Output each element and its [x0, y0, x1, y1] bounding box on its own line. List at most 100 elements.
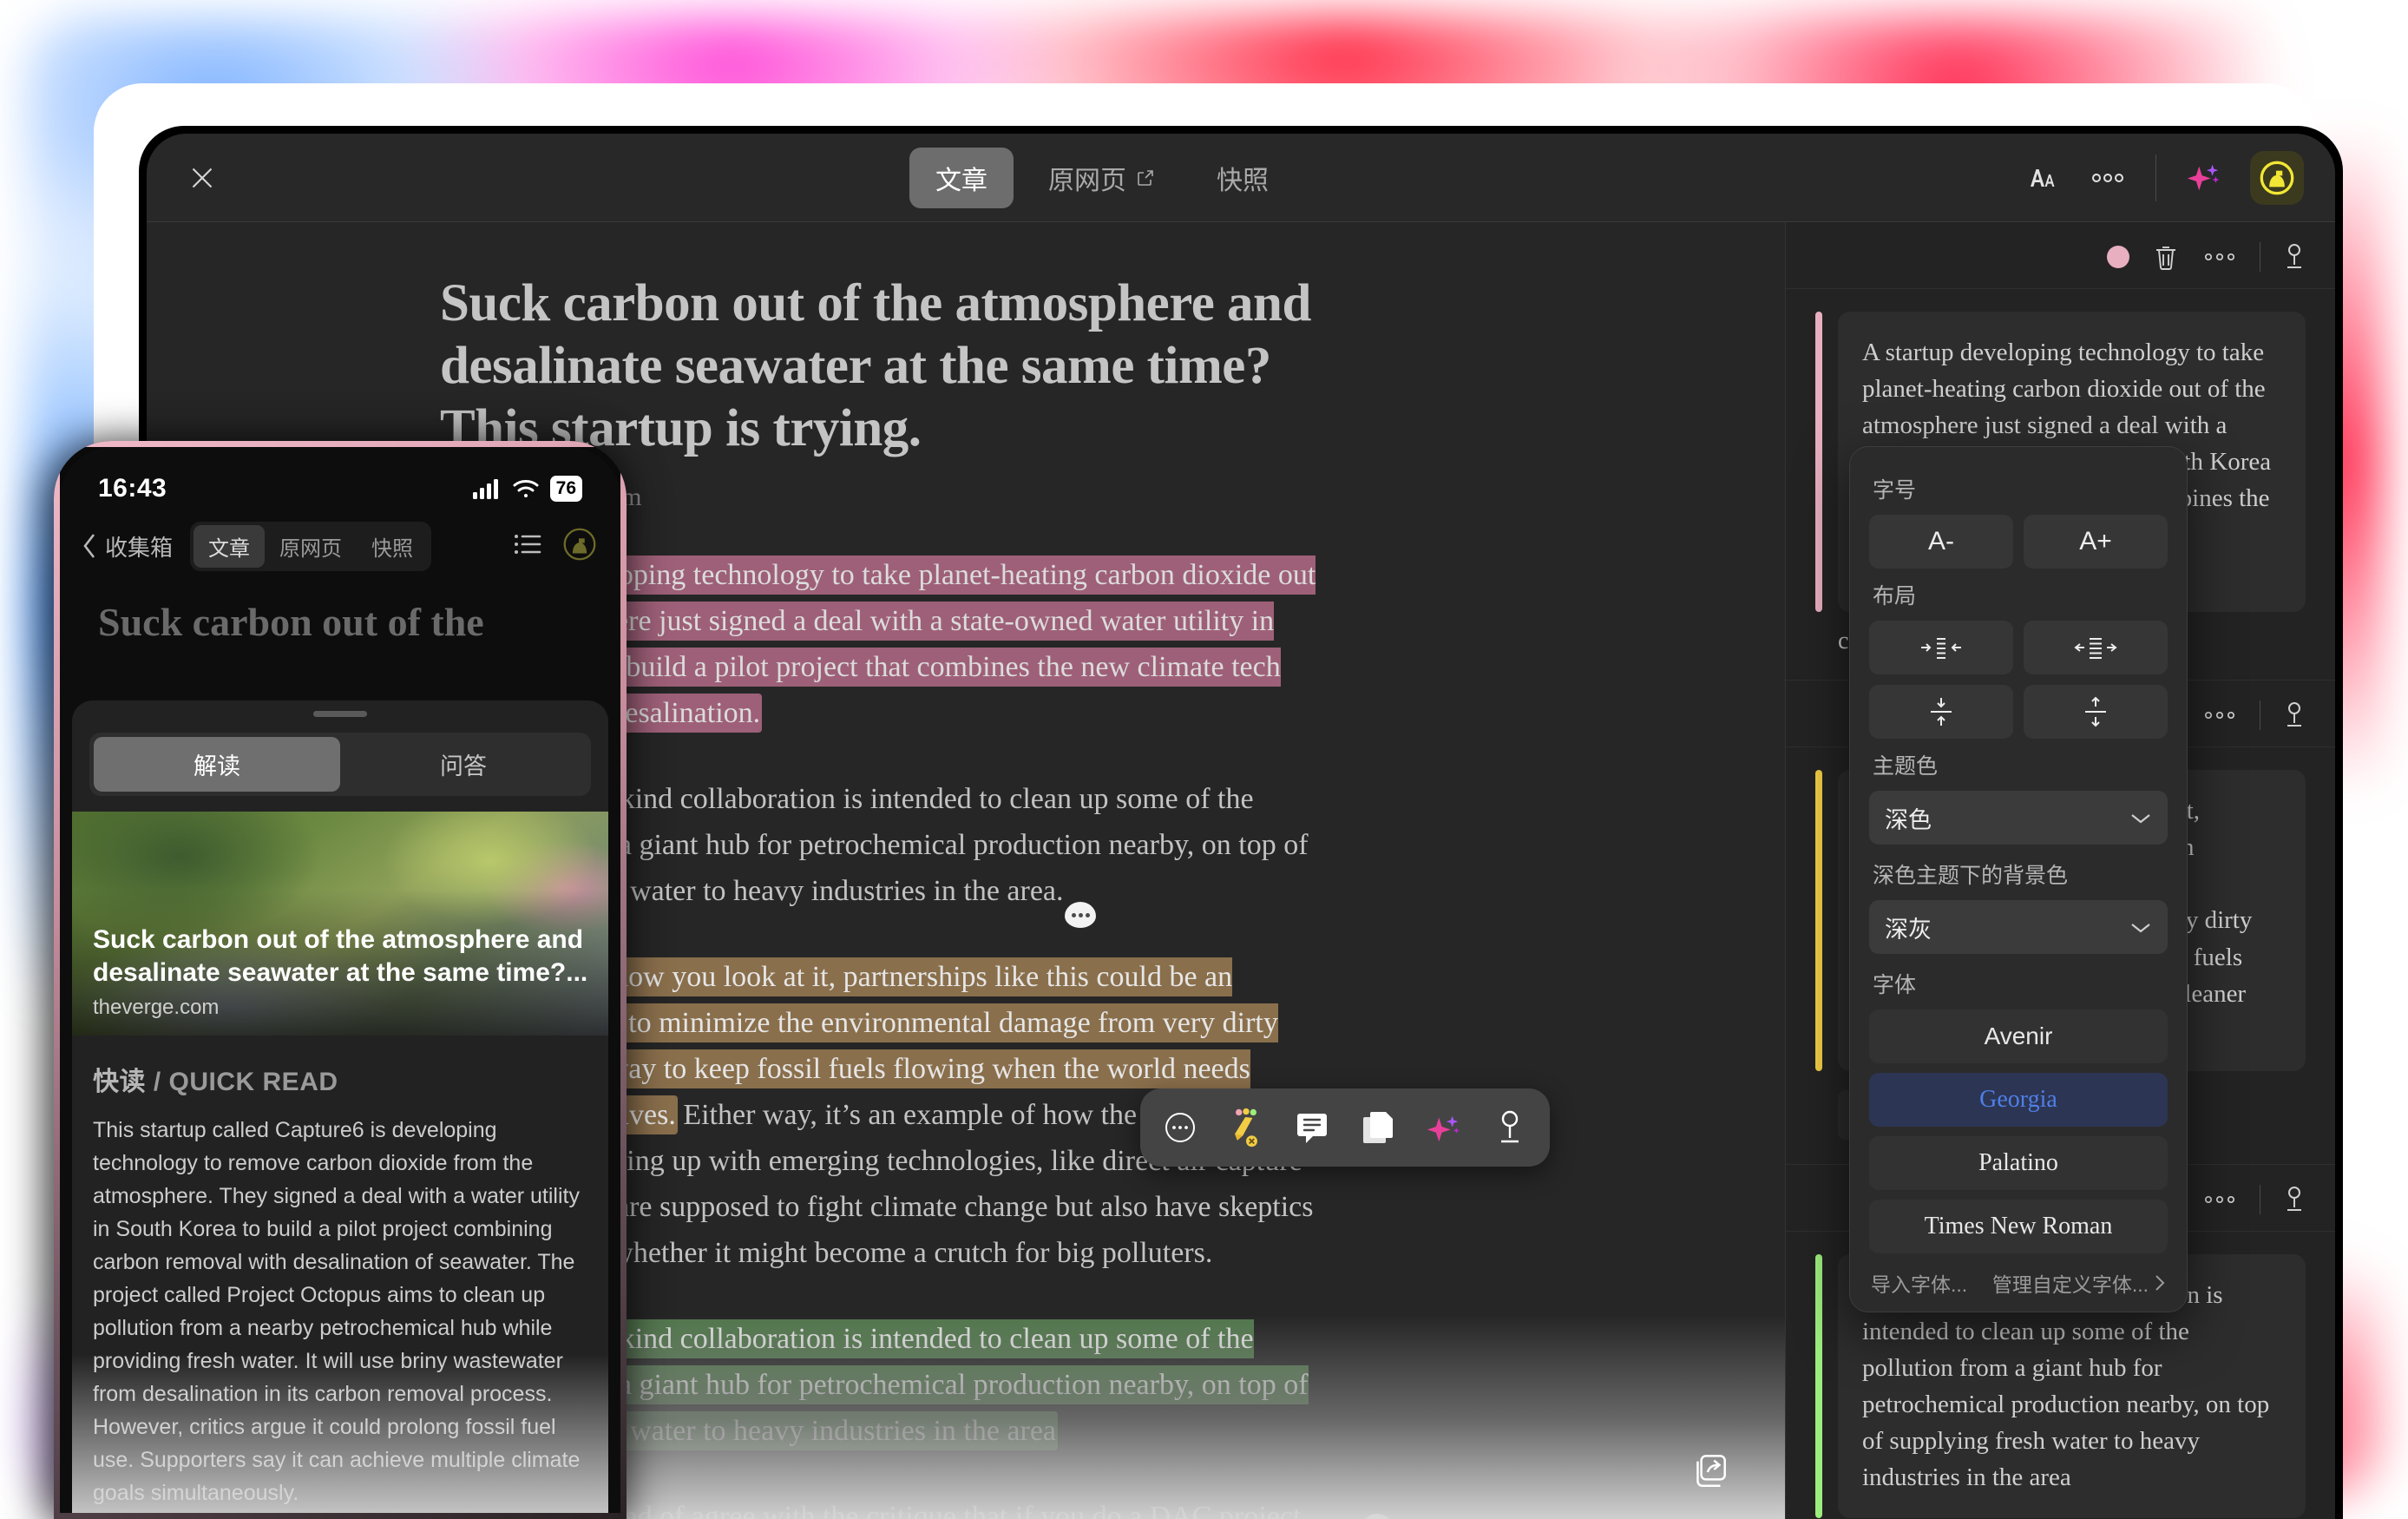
share-button[interactable]: [1684, 1445, 1735, 1496]
text-size-button[interactable]: [2006, 148, 2074, 208]
phone-device: 16:43 76 收集箱 文章 原网页 快照 Suck carbon out o…: [54, 441, 627, 1519]
phone-avatar[interactable]: [560, 524, 600, 569]
sheet-hero-image: Suck carbon out of the atmosphere and de…: [72, 812, 608, 1036]
phone-nav-actions: [513, 524, 600, 569]
note-bubble-pink[interactable]: [1065, 902, 1096, 928]
more-horizontal-icon: [2204, 253, 2235, 261]
close-button[interactable]: [178, 154, 226, 202]
chevron-right-icon: [2155, 1275, 2165, 1291]
more-horizontal-icon: [2092, 173, 2123, 182]
bubble-dot: [1071, 912, 1076, 917]
note-delete-button[interactable]: [2152, 242, 2180, 272]
pin-icon: [2287, 1186, 2301, 1211]
decrease-line-height-icon: [1931, 698, 1952, 726]
note-color-bar: [1815, 1253, 1822, 1518]
font-option-avenir[interactable]: Avenir: [1869, 1009, 2168, 1063]
phone-view-tabs: 文章 原网页 快照: [190, 521, 432, 571]
toolbar-divider: [2155, 154, 2156, 201]
avatar[interactable]: [2250, 150, 2304, 205]
note-color-swatch[interactable]: [2107, 246, 2129, 268]
decrease-font-button[interactable]: A-: [1869, 515, 2013, 569]
font-label: 字体: [1873, 973, 1917, 997]
sheet-hero-title: Suck carbon out of the atmosphere and de…: [93, 925, 588, 988]
note-bubble-green[interactable]: [1361, 1514, 1393, 1519]
battery-indicator: 76: [549, 476, 582, 502]
quick-read-cn: 快读: [93, 1068, 146, 1096]
note-more-button[interactable]: [2202, 1194, 2237, 1206]
font-option-palatino[interactable]: Palatino: [1869, 1136, 2168, 1190]
close-icon: [192, 168, 213, 187]
note-color-bar: [1815, 312, 1822, 613]
chevron-left-icon: [83, 534, 95, 558]
sheet-tabs: 解读 问答: [89, 733, 591, 796]
phone-article-title-behind: Suck carbon out of the: [98, 600, 484, 644]
manage-fonts-button[interactable]: 管理自定义字体...: [1992, 1268, 2166, 1298]
view-mode-tabs: 文章 原网页 快照: [909, 147, 1295, 208]
text-size-icon: [2031, 168, 2055, 187]
decrease-line-height-button[interactable]: [1869, 685, 2013, 739]
tab-snapshot[interactable]: 快照: [1191, 148, 1295, 208]
sheet-tab-interpretation[interactable]: 解读: [94, 737, 340, 792]
phone-tab-article[interactable]: 文章: [194, 524, 266, 568]
note-pin-button[interactable]: [2283, 700, 2306, 731]
highlight-button[interactable]: [1225, 1104, 1267, 1151]
font-size-row: A- A+: [1869, 515, 2168, 569]
wide-width-button[interactable]: [2024, 621, 2168, 674]
selection-toolbar: [1140, 1088, 1550, 1167]
selection-more-button[interactable]: [1159, 1104, 1201, 1151]
tab-article[interactable]: 文章: [909, 147, 1014, 208]
increase-line-height-icon: [2085, 696, 2106, 727]
tab-article-label: 文章: [935, 166, 987, 195]
more-horizontal-icon: [2204, 712, 2235, 720]
font-size-label: 字号: [1873, 478, 1917, 503]
quick-read-section: 快读 / QUICK READ This startup called Capt…: [72, 1036, 608, 1509]
ai-assistant-button[interactable]: [2170, 148, 2238, 208]
quick-read-sep: /: [146, 1068, 169, 1096]
copy-button[interactable]: [1357, 1104, 1399, 1151]
import-font-button[interactable]: 导入字体...: [1871, 1268, 1967, 1298]
dark-bg-value: 深灰: [1885, 916, 1932, 943]
manage-fonts-label: 管理自定义字体...: [1991, 1273, 2149, 1296]
back-button[interactable]: 收集箱: [81, 530, 173, 562]
status-indicators: 76: [472, 476, 582, 502]
chevron-down-icon: [2129, 914, 2152, 941]
phone-bottom-sheet: 解读 问答 Suck carbon out of the atmosphere …: [72, 700, 608, 1519]
toolbar-right-actions: [2006, 148, 2304, 208]
more-horizontal-icon: [2204, 1195, 2235, 1203]
note-more-button[interactable]: [2202, 709, 2237, 721]
note-pin-button[interactable]: [2283, 241, 2306, 273]
ai-action-button[interactable]: [1423, 1104, 1465, 1151]
font-option-times-new-roman[interactable]: Times New Roman: [1869, 1200, 2168, 1253]
phone-list-button[interactable]: [513, 531, 544, 562]
phone-tab-snapshot[interactable]: 快照: [357, 525, 428, 568]
narrow-width-icon: [1921, 638, 1961, 659]
quick-read-heading: 快读 / QUICK READ: [93, 1060, 587, 1098]
add-note-button[interactable]: [1291, 1104, 1333, 1151]
more-options-button[interactable]: [2074, 148, 2142, 208]
note-pin-button[interactable]: [2283, 1184, 2306, 1215]
increase-font-button[interactable]: A+: [2024, 515, 2168, 569]
sheet-grabber[interactable]: [313, 711, 367, 717]
phone-tab-original-page[interactable]: 原网页: [265, 525, 357, 568]
wifi-icon: [513, 480, 539, 497]
tab-original-page[interactable]: 原网页: [1022, 148, 1182, 208]
phone-screen: 16:43 76 收集箱 文章 原网页 快照 Suck carbon out o…: [60, 447, 620, 1519]
bubble-dot: [1078, 912, 1083, 917]
font-option-georgia[interactable]: Georgia: [1869, 1073, 2168, 1127]
sheet-hero-domain: theverge.com: [93, 996, 220, 1019]
phone-status-bar: 16:43 76: [60, 447, 620, 515]
note-more-button[interactable]: [2202, 251, 2237, 263]
pin-icon: [1501, 1110, 1519, 1143]
reader-settings-popover: 字号 A- A+ 布局 主题色 深色 深色主题下的背景色 深灰 字体 Aveni…: [1849, 446, 2188, 1312]
narrow-width-button[interactable]: [1869, 621, 2013, 674]
wide-width-icon: [2074, 638, 2117, 659]
dark-bg-label: 深色主题下的背景色: [1873, 864, 2069, 888]
dark-bg-select[interactable]: 深灰: [1869, 900, 2168, 954]
sheet-tab-qa[interactable]: 问答: [340, 737, 587, 792]
theme-select[interactable]: 深色: [1869, 791, 2168, 845]
ai-sparkle-icon: [1427, 1115, 1460, 1142]
increase-line-height-button[interactable]: [2024, 685, 2168, 739]
chevron-down-icon: [2129, 805, 2152, 832]
trash-icon: [2156, 247, 2175, 270]
pin-button[interactable]: [1489, 1104, 1531, 1151]
